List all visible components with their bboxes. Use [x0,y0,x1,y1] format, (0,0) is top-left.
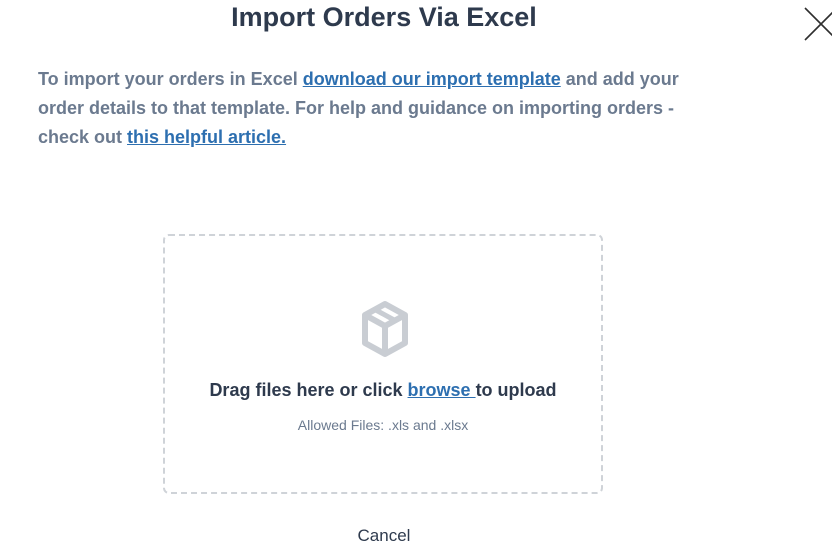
modal-title: Import Orders Via Excel [231,2,537,32]
drop-text-2: to upload [475,380,557,400]
allowed-files-note: Allowed Files: .xls and .xlsx [297,417,469,433]
intro-paragraph: To import your orders in Excel download … [38,65,718,152]
close-button[interactable] [803,6,832,42]
cancel-button[interactable]: Cancel [334,525,434,547]
import-orders-modal: Import Orders Via Excel To import your o… [0,0,832,555]
upload-box-icon [362,301,408,357]
file-dropzone[interactable]: Drag files here or click browse to uploa… [163,234,603,494]
helpful-article-link[interactable]: this helpful article. [127,127,286,147]
drop-text-1: Drag files here or click [209,380,408,400]
close-icon [804,7,832,41]
intro-text-1: To import your orders in Excel [38,69,303,89]
dropzone-instructions: Drag files here or click browse to uploa… [165,378,601,402]
download-template-link[interactable]: download our import template [303,69,561,89]
browse-link[interactable]: browse [408,380,476,400]
